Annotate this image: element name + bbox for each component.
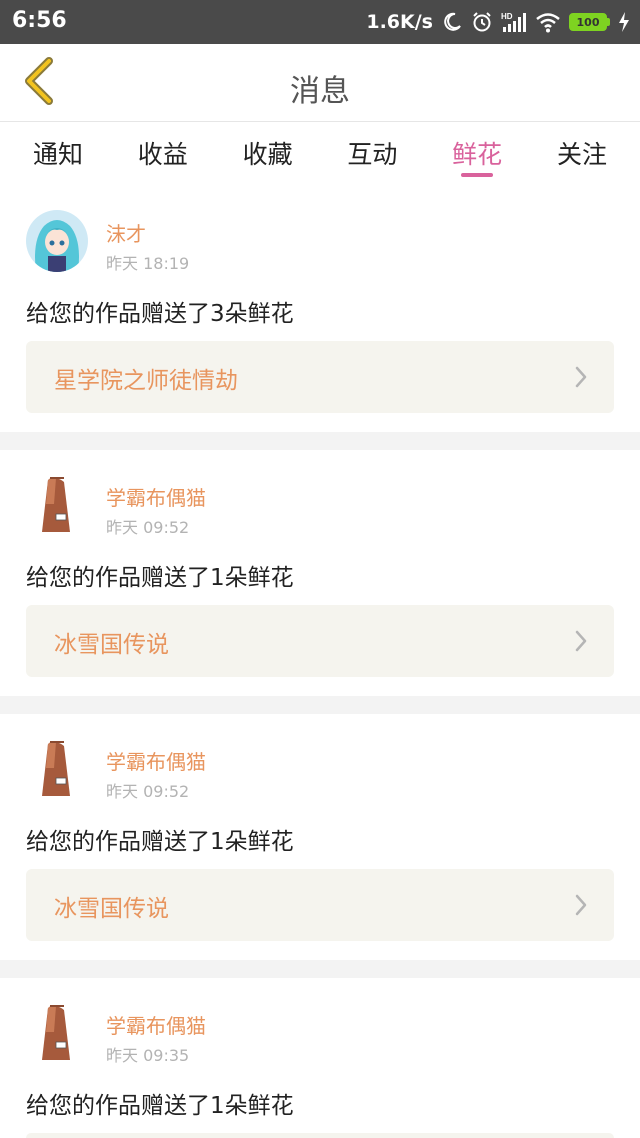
avatar[interactable] — [26, 474, 88, 536]
list-item: 学霸布偶猫 昨天 09:52 给您的作品赠送了1朵鲜花 冰雪国传说 — [0, 450, 640, 696]
work-link[interactable]: 冰雪国传说 — [26, 869, 614, 941]
charging-icon — [618, 11, 630, 33]
tab-favorites[interactable]: 收藏 — [228, 123, 308, 183]
hd-signal-icon: HD — [501, 11, 527, 33]
section-divider — [0, 960, 640, 978]
username[interactable]: 学霸布偶猫 — [106, 746, 206, 775]
list-item: 学霸布偶猫 昨天 09:35 给您的作品赠送了1朵鲜花 — [0, 978, 640, 1138]
timestamp: 昨天 09:52 — [106, 518, 190, 537]
navigation-header: 消息 — [0, 44, 640, 122]
username[interactable]: 沫才 — [106, 218, 146, 247]
message-text: 给您的作品赠送了1朵鲜花 — [26, 565, 294, 591]
battery-icon: 100 — [569, 13, 610, 31]
timestamp: 昨天 18:19 — [106, 254, 190, 273]
tab-bar: 通知 收益 收藏 互动 鲜花 关注 — [0, 123, 640, 183]
work-link[interactable]: 冰雪国传说 — [26, 605, 614, 677]
chevron-right-icon — [574, 893, 588, 921]
message-text: 给您的作品赠送了1朵鲜花 — [26, 1093, 294, 1119]
tab-interactions[interactable]: 互动 — [332, 123, 412, 183]
chevron-right-icon — [574, 365, 588, 393]
work-title: 冰雪国传说 — [54, 632, 169, 658]
svg-text:HD: HD — [501, 12, 513, 21]
tab-flowers[interactable]: 鲜花 — [437, 123, 517, 183]
work-link[interactable]: 星学院之师徒情劫 — [26, 341, 614, 413]
username[interactable]: 学霸布偶猫 — [106, 1010, 206, 1039]
status-bar: 6:56 1.6K/s HD 100 — [0, 0, 640, 44]
wifi-icon — [535, 11, 561, 33]
tab-follow[interactable]: 关注 — [542, 123, 622, 183]
list-item: 学霸布偶猫 昨天 09:52 给您的作品赠送了1朵鲜花 冰雪国传说 — [0, 714, 640, 960]
status-icons: 1.6K/s HD 100 — [366, 8, 630, 36]
timestamp: 昨天 09:52 — [106, 782, 190, 801]
work-title: 冰雪国传说 — [54, 896, 169, 922]
network-speed: 1.6K/s — [366, 11, 433, 33]
page-title: 消息 — [290, 74, 350, 109]
timestamp: 昨天 09:35 — [106, 1046, 190, 1065]
username[interactable]: 学霸布偶猫 — [106, 482, 206, 511]
avatar[interactable] — [26, 738, 88, 800]
section-divider — [0, 696, 640, 714]
section-divider — [0, 432, 640, 450]
list-item: 沫才 昨天 18:19 给您的作品赠送了3朵鲜花 星学院之师徒情劫 — [0, 186, 640, 432]
chevron-right-icon — [574, 629, 588, 657]
status-time: 6:56 — [12, 8, 67, 33]
active-tab-indicator — [461, 173, 494, 177]
avatar[interactable] — [26, 1002, 88, 1064]
tab-earnings[interactable]: 收益 — [123, 123, 203, 183]
work-title: 星学院之师徒情劫 — [54, 368, 238, 394]
message-text: 给您的作品赠送了3朵鲜花 — [26, 301, 294, 327]
tab-notice[interactable]: 通知 — [18, 123, 98, 183]
message-text: 给您的作品赠送了1朵鲜花 — [26, 829, 294, 855]
work-link[interactable] — [26, 1133, 614, 1138]
avatar[interactable] — [26, 210, 88, 272]
moon-icon — [441, 11, 463, 33]
alarm-icon — [471, 11, 493, 33]
